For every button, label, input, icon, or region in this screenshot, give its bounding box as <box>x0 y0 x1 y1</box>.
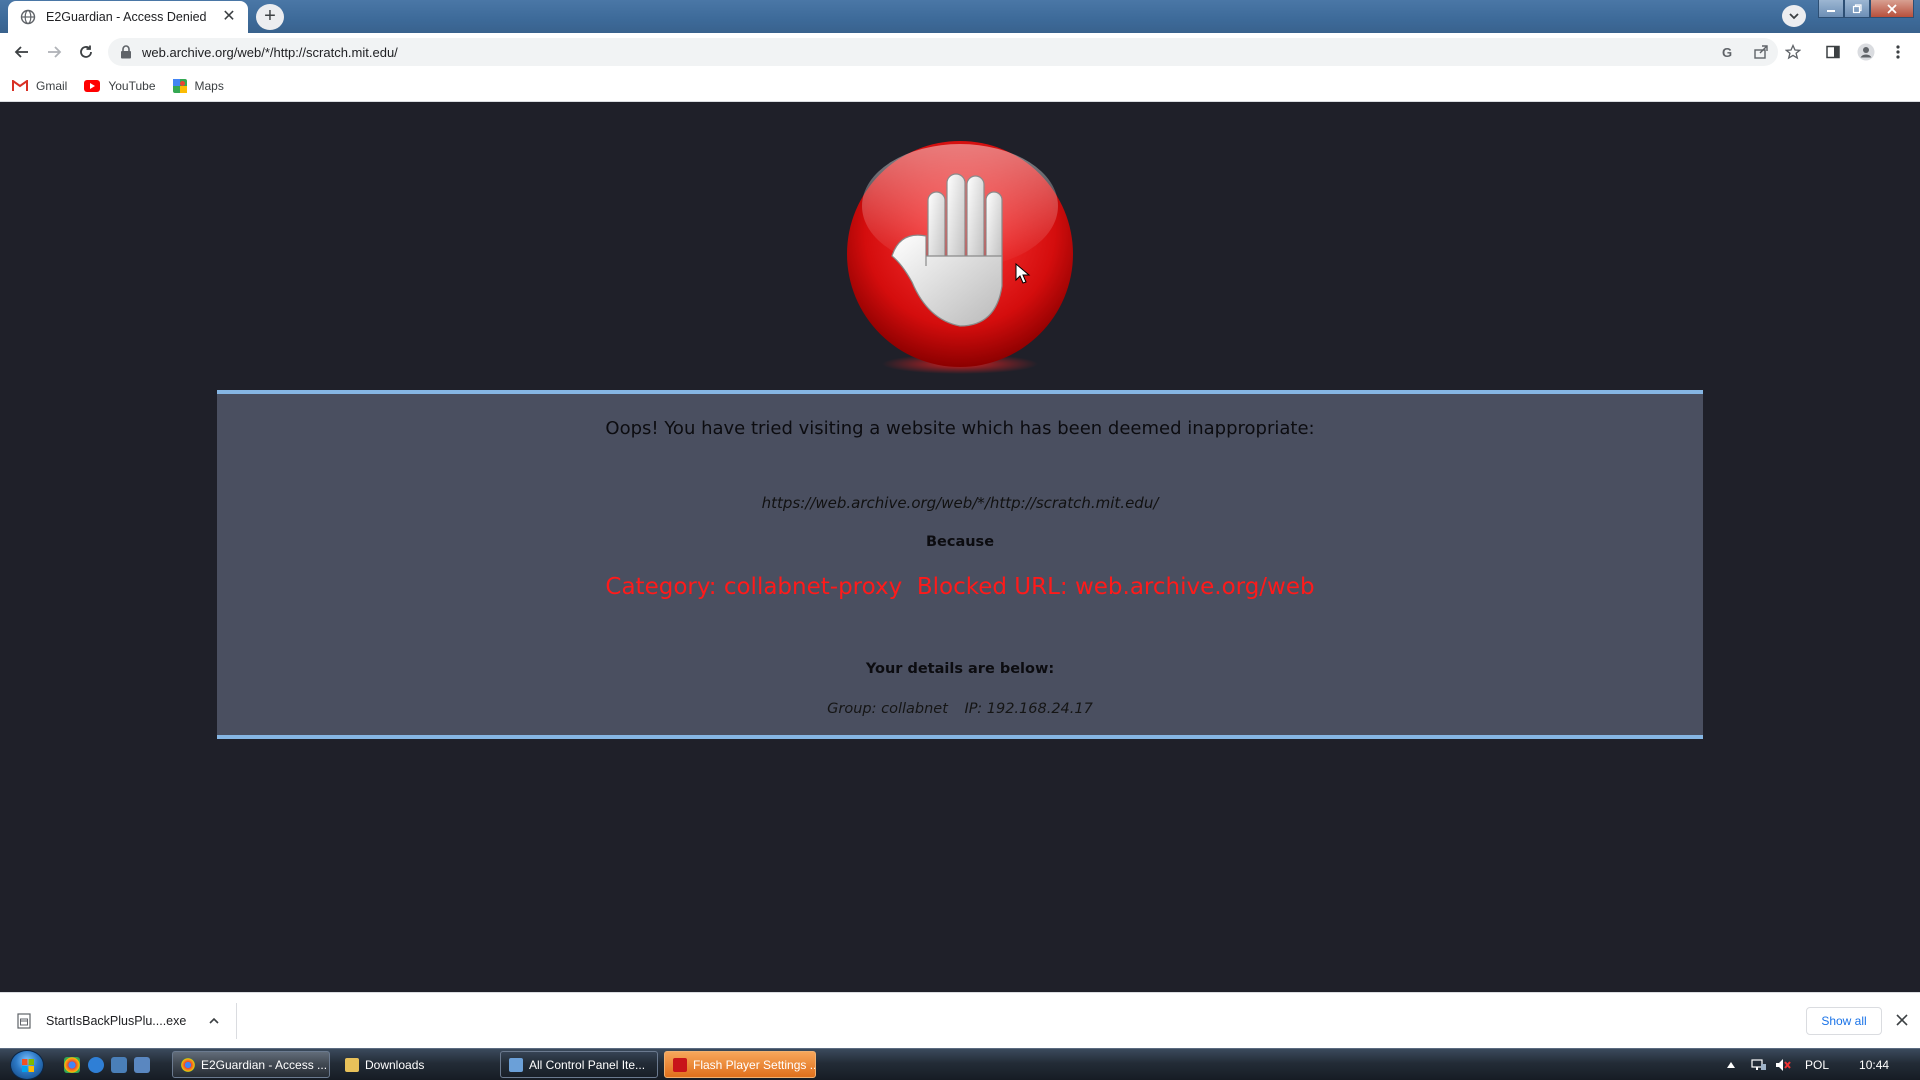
lock-icon <box>121 45 131 59</box>
more-menu-icon[interactable] <box>1888 42 1908 62</box>
ip-value: IP: 192.168.24.17 <box>964 701 1093 717</box>
windows-taskbar: E2Guardian - Access ... Downloads All Co… <box>0 1048 1920 1080</box>
download-item[interactable]: StartIsBackPlusPlu....exe <box>16 1007 220 1035</box>
details-heading: Your details are below: <box>865 661 1055 677</box>
show-all-button[interactable]: Show all <box>1806 1007 1882 1035</box>
svg-text:G: G <box>1722 45 1732 60</box>
side-panel-icon[interactable] <box>1823 42 1843 62</box>
close-icon <box>1887 3 1897 14</box>
volume-muted-icon[interactable] <box>1775 1058 1791 1072</box>
minimize-button[interactable] <box>1818 0 1844 18</box>
tab-search-button[interactable] <box>1782 5 1806 27</box>
block-heading: Oops! You have tried visiting a website … <box>605 418 1315 439</box>
minimize-icon <box>1827 9 1835 12</box>
back-button[interactable] <box>11 41 33 63</box>
start-button[interactable] <box>10 1050 44 1080</box>
restore-button[interactable] <box>1844 0 1870 18</box>
blocked-page: Oops! You have tried visiting a website … <box>0 102 1920 992</box>
folder-icon <box>345 1057 359 1072</box>
tab-e2guardian[interactable]: E2Guardian - Access Denied ✕ <box>8 1 248 33</box>
block-message-panel: Oops! You have tried visiting a website … <box>217 390 1703 739</box>
arrow-left-icon <box>14 46 28 58</box>
chrome-quicklaunch-icon[interactable] <box>64 1057 80 1073</box>
tab-title: E2Guardian - Access Denied <box>46 10 207 24</box>
stop-hand-icon <box>840 136 1080 376</box>
browser-title-bar: E2Guardian - Access Denied ✕ + <box>0 0 1920 33</box>
clock[interactable]: 10:44 <box>1859 1058 1889 1072</box>
gmail-icon <box>12 80 28 91</box>
chevron-up-icon[interactable] <box>208 1016 220 1026</box>
youtube-icon <box>84 80 101 92</box>
share-icon[interactable] <box>1751 42 1771 62</box>
download-shelf: StartIsBackPlusPlu....exe Show all <box>0 992 1920 1048</box>
network-icon[interactable] <box>1751 1058 1767 1072</box>
reload-icon <box>80 45 92 58</box>
system-tray: POL 10:44 <box>1725 1049 1889 1080</box>
explorer-quicklaunch-icon[interactable] <box>134 1057 150 1073</box>
taskbar-flash-window[interactable]: Flash Player Settings ... <box>664 1051 816 1078</box>
bookmark-youtube[interactable]: YouTube <box>84 79 156 93</box>
taskbar-chrome-window[interactable]: E2Guardian - Access ... <box>172 1051 330 1078</box>
block-reason: Category: collabnet-proxy Blocked URL: w… <box>605 574 1315 600</box>
windows-logo-icon <box>22 1059 34 1072</box>
window-controls <box>1818 0 1914 20</box>
bookmark-label: Gmail <box>36 79 68 93</box>
tray-expand-icon[interactable] <box>1725 1060 1737 1070</box>
maps-icon <box>172 79 187 93</box>
tab-close-icon[interactable]: ✕ <box>220 8 238 26</box>
taskbar-downloads-window[interactable]: Downloads <box>336 1051 494 1078</box>
desktop-quicklaunch-icon[interactable] <box>111 1057 127 1073</box>
bookmarks-bar: Gmail YouTube Maps <box>0 71 1920 102</box>
control-panel-icon <box>509 1057 523 1072</box>
language-indicator[interactable]: POL <box>1805 1058 1829 1072</box>
divider <box>236 1003 237 1039</box>
bookmark-label: YouTube <box>108 79 156 93</box>
restore-icon <box>1852 3 1862 13</box>
new-tab-button[interactable]: + <box>256 4 284 30</box>
forward-button[interactable] <box>43 41 65 63</box>
taskbar-label: E2Guardian - Access ... <box>201 1057 328 1072</box>
google-lens-icon[interactable]: G <box>1718 42 1738 62</box>
profile-avatar-icon[interactable] <box>1856 42 1876 62</box>
arrow-right-icon <box>48 46 62 58</box>
ie-quicklaunch-icon[interactable] <box>88 1057 104 1073</box>
because-label: Because <box>925 534 995 550</box>
blocked-url: https://web.archive.org/web/*/http://scr… <box>761 494 1159 512</box>
address-bar[interactable]: web.archive.org/web/*/http://scratch.mit… <box>108 38 1778 66</box>
bookmark-label: Maps <box>194 79 224 93</box>
close-download-bar-icon[interactable] <box>1892 1010 1912 1030</box>
close-window-button[interactable] <box>1870 0 1914 18</box>
globe-icon <box>20 9 36 25</box>
taskbar-control-panel-window[interactable]: All Control Panel Ite... <box>500 1051 658 1078</box>
taskbar-label: Downloads <box>365 1057 425 1072</box>
bookmark-star-icon[interactable] <box>1783 42 1803 62</box>
download-file-name: StartIsBackPlusPlu....exe <box>46 1014 187 1028</box>
user-details: Group: collabnet IP: 192.168.24.17 <box>217 701 1703 717</box>
reload-button[interactable] <box>75 41 97 63</box>
bookmark-gmail[interactable]: Gmail <box>12 79 67 93</box>
chrome-icon <box>181 1057 195 1072</box>
flash-icon <box>673 1057 687 1072</box>
file-icon <box>17 1013 31 1029</box>
browser-toolbar: web.archive.org/web/*/http://scratch.mit… <box>0 33 1920 71</box>
taskbar-label: All Control Panel Ite... <box>529 1057 646 1072</box>
chevron-down-icon <box>1789 13 1799 20</box>
address-text: web.archive.org/web/*/http://scratch.mit… <box>142 44 398 60</box>
group-value: Group: collabnet <box>827 701 948 717</box>
taskbar-label: Flash Player Settings ... <box>693 1057 816 1072</box>
bookmark-maps[interactable]: Maps <box>172 79 224 93</box>
